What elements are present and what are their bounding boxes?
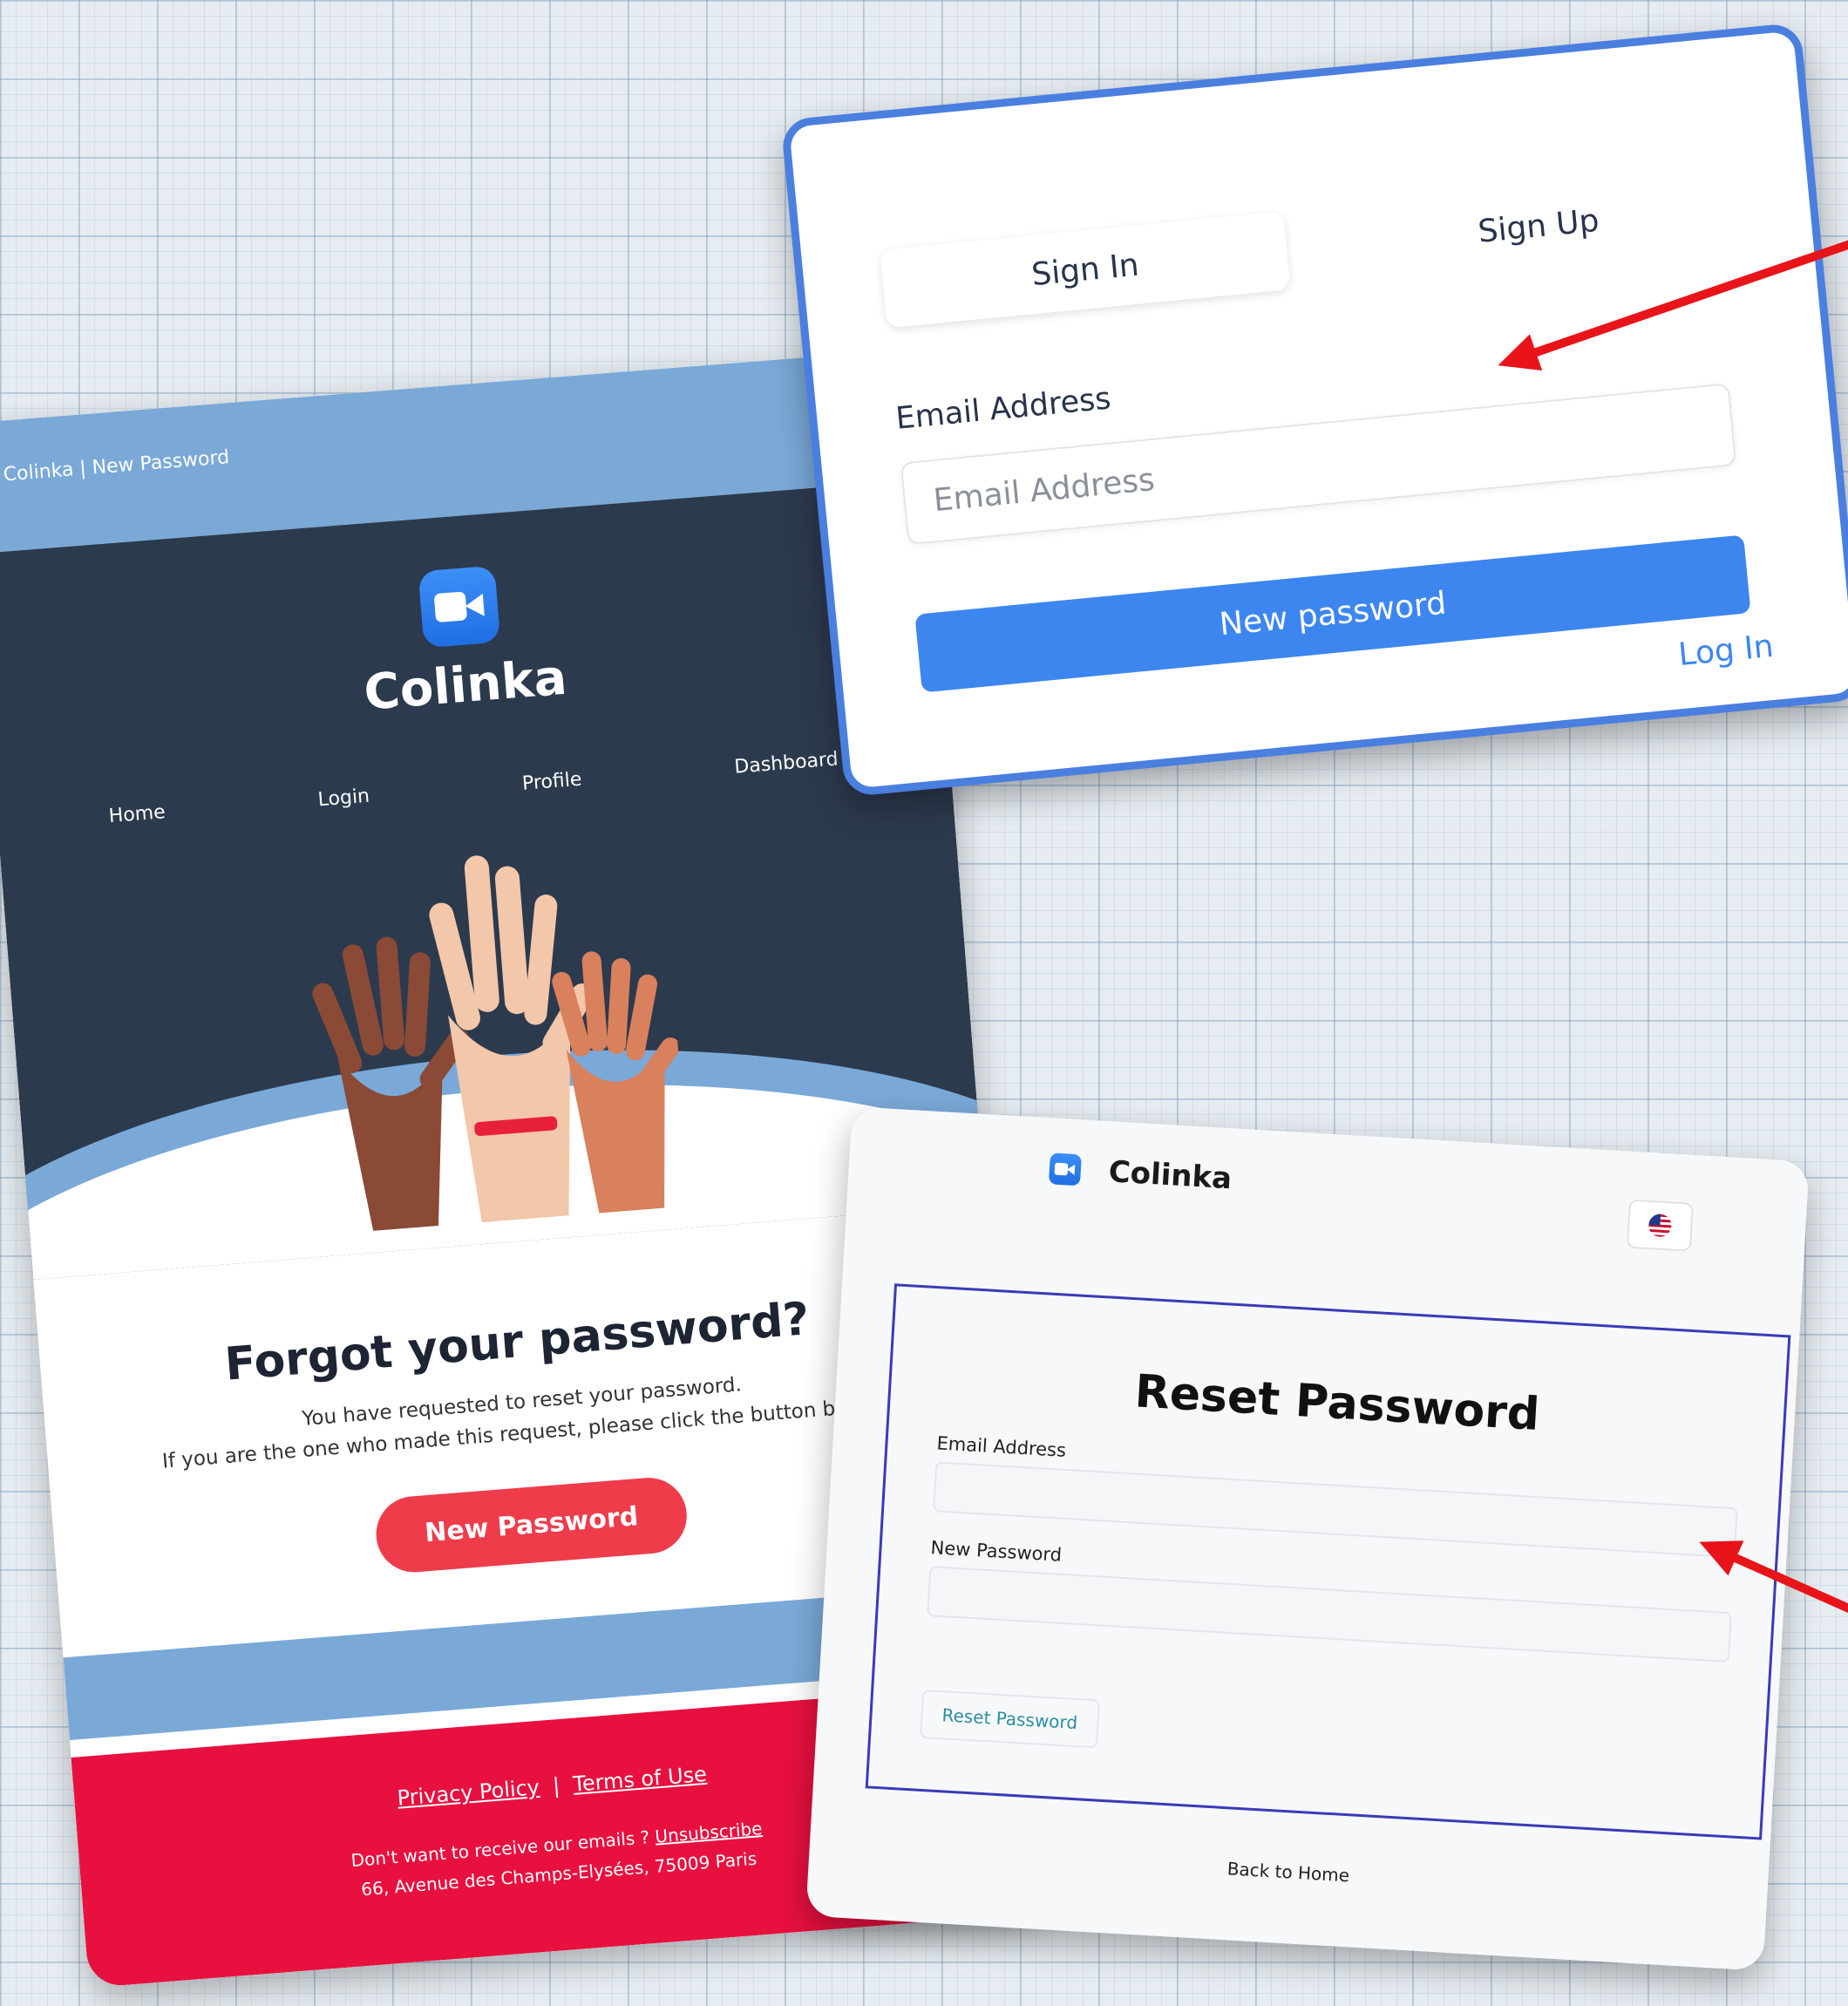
reset-new-password-label: New Password bbox=[930, 1537, 1063, 1566]
nav-login[interactable]: Login bbox=[317, 785, 370, 812]
signin-card: Sign In Sign Up Email Address Email Addr… bbox=[780, 22, 1848, 798]
email-label: Email Address bbox=[893, 381, 1113, 437]
nav-profile[interactable]: Profile bbox=[521, 769, 582, 795]
raised-hands-illustration bbox=[311, 855, 680, 1231]
new-password-button[interactable]: New Password bbox=[373, 1475, 690, 1575]
reset-header: Colinka bbox=[1048, 1151, 1233, 1197]
tab-sign-in[interactable]: Sign In bbox=[880, 211, 1291, 329]
reset-password-button[interactable]: Reset Password bbox=[920, 1689, 1100, 1749]
reset-new-password-input[interactable] bbox=[927, 1566, 1732, 1663]
email-nav: Home Login Profile Dashboard bbox=[0, 739, 950, 836]
reset-form-panel: Reset Password Email Address New Passwor… bbox=[865, 1283, 1791, 1840]
reset-brand: Colinka bbox=[1107, 1154, 1233, 1197]
video-camera-icon bbox=[1048, 1153, 1082, 1187]
unsubscribe-link[interactable]: Unsubscribe bbox=[654, 1818, 763, 1847]
reset-password-card: Colinka Reset Password Email Address New… bbox=[805, 1106, 1810, 1971]
nav-dashboard[interactable]: Dashboard bbox=[734, 748, 839, 778]
privacy-policy-link[interactable]: Privacy Policy bbox=[397, 1775, 540, 1811]
back-to-home-link[interactable]: Back to Home bbox=[809, 1834, 1768, 1910]
nav-home[interactable]: Home bbox=[108, 801, 166, 827]
terms-of-use-link[interactable]: Terms of Use bbox=[572, 1762, 708, 1797]
footer-separator: | bbox=[551, 1773, 561, 1799]
us-flag-icon[interactable] bbox=[1626, 1199, 1694, 1252]
reset-email-label: Email Address bbox=[935, 1432, 1067, 1461]
email-topbar-title: Colinka | New Password bbox=[2, 446, 231, 486]
video-camera-icon bbox=[418, 565, 501, 649]
email-brand: Colinka bbox=[362, 649, 569, 722]
tab-sign-up[interactable]: Sign Up bbox=[1366, 171, 1712, 282]
email-logo: Colinka bbox=[355, 561, 569, 722]
log-in-link[interactable]: Log In bbox=[1677, 629, 1776, 673]
new-password-submit-button[interactable]: New password bbox=[914, 534, 1751, 693]
auth-tabs: Sign In Sign Up bbox=[880, 171, 1711, 329]
